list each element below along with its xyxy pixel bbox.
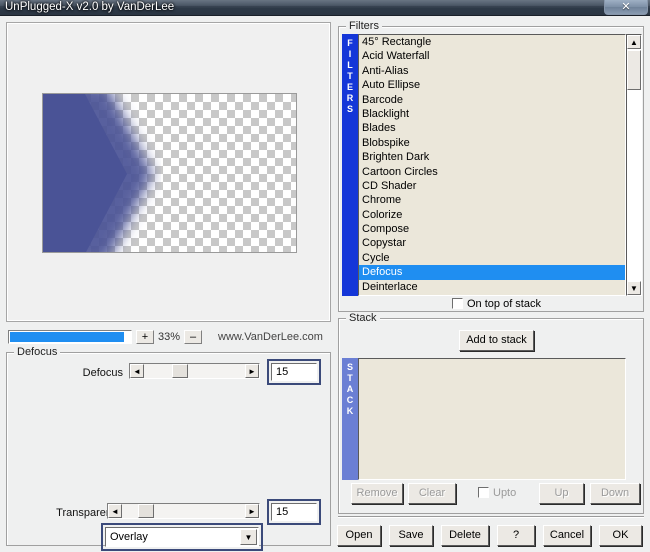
delete-button[interactable]: Delete [441, 525, 489, 546]
zoom-out-button[interactable]: – [184, 330, 202, 344]
close-icon[interactable]: ✕ [604, 0, 648, 15]
transparency-slider-left-arrow[interactable]: ◄ [108, 504, 122, 518]
filter-list-item[interactable]: Acid Waterfall [359, 49, 625, 63]
dialog-separator [338, 516, 644, 518]
on-top-of-stack-checkbox[interactable]: On top of stack [452, 298, 541, 310]
remove-button[interactable]: Remove [351, 483, 403, 504]
filter-list-item[interactable]: Auto Ellipse [359, 78, 625, 92]
filter-list-item[interactable]: Blobspike [359, 136, 625, 150]
filter-list-item[interactable]: Cartoon Circles [359, 165, 625, 179]
move-up-button[interactable]: Up [539, 483, 584, 504]
defocus-slider-right-arrow[interactable]: ► [245, 364, 259, 378]
filter-list-item[interactable]: Blacklight [359, 107, 625, 121]
title-bar: UnPlugged-X v2.0 by VanDerLee ✕ [0, 0, 650, 16]
open-button[interactable]: Open [337, 525, 381, 546]
defocus-group-label: Defocus [14, 346, 61, 358]
upto-checkbox[interactable]: Upto [478, 487, 516, 499]
scroll-down-icon[interactable]: ▼ [627, 281, 641, 295]
filter-list-item[interactable]: Chrome [359, 193, 625, 207]
add-to-stack-button[interactable]: Add to stack [459, 330, 534, 351]
on-top-of-stack-checkbox-box[interactable] [452, 298, 463, 309]
filter-list-item[interactable]: Compose [359, 222, 625, 236]
help-button[interactable]: ? [497, 525, 535, 546]
filters-group-label: Filters [346, 20, 382, 32]
move-down-button[interactable]: Down [590, 483, 640, 504]
cancel-button[interactable]: Cancel [543, 525, 591, 546]
transparency-value-input[interactable]: 15 [271, 503, 317, 521]
filter-list-item[interactable]: Deinterlace [359, 280, 625, 294]
filter-list-item[interactable]: Detect [359, 294, 625, 295]
chevron-down-icon[interactable]: ▼ [240, 529, 257, 545]
filters-scrollbar[interactable]: ▲ ▼ [626, 34, 642, 296]
scroll-up-icon[interactable]: ▲ [627, 35, 641, 49]
upto-checkbox-box[interactable] [478, 487, 489, 498]
filter-list-item[interactable]: Colorize [359, 208, 625, 222]
defocus-slider[interactable]: ◄ ► [129, 363, 260, 379]
ok-button[interactable]: OK [599, 525, 642, 546]
transparency-slider[interactable]: ◄ ► [107, 503, 260, 519]
save-button[interactable]: Save [389, 525, 433, 546]
preview-arrow-shape [43, 94, 153, 252]
zoom-progress-bar[interactable] [8, 330, 132, 344]
filters-side-strip: FILTERS [342, 34, 358, 296]
preview-panel [6, 22, 331, 322]
filter-list-item[interactable]: Cycle [359, 251, 625, 265]
filter-list-item[interactable]: Barcode [359, 93, 625, 107]
transparency-preview[interactable] [42, 93, 297, 253]
filter-list-item[interactable]: Copystar [359, 236, 625, 250]
stack-group-label: Stack [346, 312, 380, 324]
filters-listbox[interactable]: 45° Rectangle Acid Waterfall Anti-Alias Aut… [358, 34, 626, 296]
website-url-label: www.VanDerLee.com [218, 331, 323, 343]
stack-side-strip: STACK [342, 358, 358, 480]
filter-list-item[interactable]: Brighten Dark [359, 150, 625, 164]
filters-scroll-thumb[interactable] [627, 50, 641, 90]
application-window: UnPlugged-X v2.0 by VanDerLee ✕ + 33% – … [0, 0, 650, 552]
filter-list-item[interactable]: Defocus [359, 265, 625, 280]
defocus-slider-left-arrow[interactable]: ◄ [130, 364, 144, 378]
defocus-slider-label: Defocus [82, 367, 123, 379]
filter-list-item[interactable]: Anti-Alias [359, 64, 625, 78]
defocus-group: Defocus Defocus ◄ ► 15 K@D Design Transp… [6, 346, 331, 551]
zoom-in-button[interactable]: + [136, 330, 154, 344]
defocus-slider-thumb[interactable] [172, 364, 189, 378]
stack-listbox[interactable] [358, 358, 626, 480]
zoom-progress-fill [10, 332, 124, 342]
blend-mode-select[interactable]: Overlay ▼ [105, 527, 259, 547]
filter-list-item[interactable]: Blades [359, 121, 625, 135]
zoom-level-label: 33% [157, 331, 181, 343]
transparency-slider-thumb[interactable] [138, 504, 155, 518]
clear-button[interactable]: Clear [408, 483, 456, 504]
filter-list-item[interactable]: 45° Rectangle [359, 35, 625, 49]
defocus-value-input[interactable]: 15 [271, 363, 317, 381]
window-title: UnPlugged-X v2.0 by VanDerLee [5, 1, 175, 13]
filter-list-item[interactable]: CD Shader [359, 179, 625, 193]
transparency-slider-right-arrow[interactable]: ► [245, 504, 259, 518]
upto-label: Upto [493, 487, 517, 499]
on-top-of-stack-label: On top of stack [467, 298, 541, 310]
